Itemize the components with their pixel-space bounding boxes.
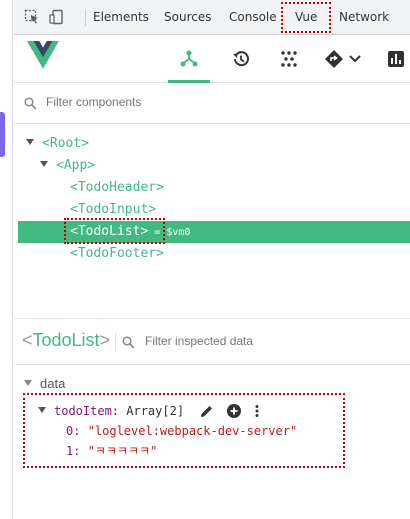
header-divider <box>115 333 116 351</box>
data-section-label: data <box>40 376 66 391</box>
tree-node-app[interactable]: <App> <box>40 155 95 177</box>
toolbar-divider <box>85 9 86 26</box>
history-icon[interactable] <box>226 35 256 83</box>
filter-components-bar <box>14 84 410 124</box>
tree-node-root[interactable]: <Root> <box>26 133 89 155</box>
tree-node-todofooter[interactable]: <TodoFooter> <box>70 243 164 265</box>
performance-icon[interactable] <box>384 35 408 83</box>
filter-inspected-data-input[interactable] <box>145 334 395 348</box>
prop-row-todoitem[interactable]: todoItem: Array[2] <box>38 401 184 421</box>
router-icon[interactable] <box>322 35 346 83</box>
tree-node-todolist[interactable]: <TodoList> = $vm0 <box>70 221 190 243</box>
data-section-header[interactable]: data <box>24 375 65 393</box>
tab-console[interactable]: Console <box>229 0 277 35</box>
search-icon <box>24 97 37 110</box>
vue-logo <box>27 41 59 69</box>
tab-network[interactable]: Network <box>339 0 389 35</box>
add-icon[interactable] <box>226 403 242 419</box>
active-nav-indicator <box>168 80 210 83</box>
filter-components-input[interactable] <box>46 95 346 109</box>
prop-type: : Array[2] <box>111 404 185 418</box>
edit-icon[interactable] <box>200 404 214 418</box>
left-edge-strip <box>0 0 13 519</box>
expand-arrow-icon[interactable] <box>26 139 34 145</box>
left-accent-tab[interactable] <box>0 112 5 157</box>
device-toggle-icon[interactable] <box>49 9 65 25</box>
tree-node-todoinput[interactable]: <TodoInput> <box>70 199 156 221</box>
inspector-header: <TodoList> <box>14 319 410 365</box>
tab-elements[interactable]: Elements <box>93 0 149 35</box>
cursor-select-icon[interactable] <box>24 9 40 25</box>
array-item[interactable]: 0: "loglevel:webpack-dev-server" <box>66 421 297 441</box>
tree-node-todoheader[interactable]: <TodoHeader> <box>70 177 164 199</box>
tab-vue[interactable]: Vue <box>295 0 317 35</box>
tab-sources[interactable]: Sources <box>164 0 211 35</box>
expand-arrow-icon[interactable] <box>24 380 32 386</box>
expand-arrow-icon[interactable] <box>38 407 46 413</box>
search-icon <box>122 336 135 349</box>
vm-reference-label: = $vm0 <box>154 227 191 238</box>
more-vertical-icon[interactable] <box>254 404 260 418</box>
devtools-tab-bar: Elements Sources Console Vue Network <box>14 0 410 35</box>
expand-arrow-icon[interactable] <box>40 161 48 167</box>
tree-node-todolist-selected[interactable]: <TodoList> = $vm0 <box>18 221 410 243</box>
vue-devtools-header <box>14 35 410 83</box>
inspected-component-title: <TodoList> <box>22 330 111 350</box>
chevron-down-icon[interactable] <box>348 35 362 83</box>
prop-key: todoItem <box>54 404 112 418</box>
prop-actions <box>200 402 260 420</box>
components-tree-icon[interactable] <box>174 35 204 83</box>
vuex-icon[interactable] <box>274 35 304 83</box>
array-item[interactable]: 1: "ㅋㅋㅋㅋㅋ" <box>66 441 157 461</box>
